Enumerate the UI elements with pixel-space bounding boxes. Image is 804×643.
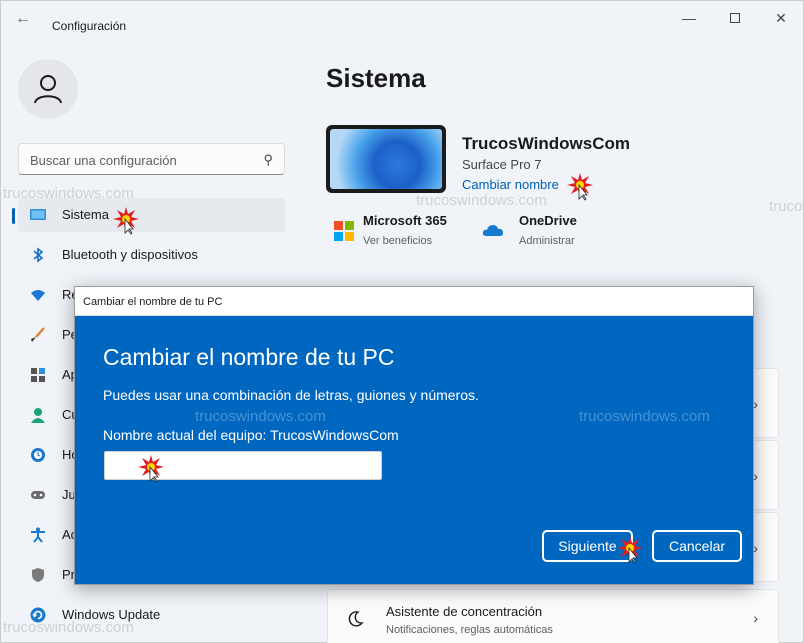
device-image — [326, 125, 446, 193]
clock-globe-icon — [31, 448, 45, 462]
watermark: trucoswindows.com — [416, 192, 547, 209]
sidebar-item-label: Bluetooth y dispositivos — [62, 247, 198, 262]
app-title: Configuración — [52, 19, 127, 33]
monitor-icon — [30, 209, 46, 220]
chevron-right-icon: › — [753, 540, 758, 556]
settings-window: ← Configuración — ✕ Buscar una configura… — [0, 0, 804, 643]
search-input[interactable]: Buscar una configuración ⚲ — [18, 143, 285, 175]
sidebar-item-bluetooth[interactable]: Bluetooth y dispositivos — [18, 238, 285, 272]
click-burst-icon — [567, 173, 593, 201]
wallpaper-preview — [330, 129, 442, 189]
watermark: trucoswindows.com — [195, 408, 326, 425]
cancel-button[interactable]: Cancelar — [652, 530, 742, 562]
service-sub: Administrar — [519, 235, 575, 247]
close-button[interactable]: ✕ — [769, 9, 793, 29]
person-icon — [31, 408, 45, 423]
user-icon — [34, 75, 62, 104]
back-arrow-icon[interactable]: ← — [15, 11, 35, 27]
current-name-label: Nombre actual del equipo: TrucosWindowsC… — [103, 427, 399, 443]
page-title: Sistema — [326, 63, 426, 93]
onedrive-icon — [482, 225, 503, 236]
minimize-button[interactable]: — — [677, 9, 701, 29]
microsoft-logo-icon — [334, 221, 354, 241]
focus-assist-sub: Notificaciones, reglas automáticas — [386, 624, 553, 636]
dialog-window-title: Cambiar el nombre de tu PC — [83, 296, 223, 308]
watermark: trucoswindows.com — [3, 619, 134, 636]
sidebar-item-sistema[interactable]: Sistema — [12, 198, 285, 232]
brush-icon — [31, 327, 45, 342]
pc-model: Surface Pro 7 — [462, 157, 542, 172]
sidebar-item-label: Sistema — [62, 207, 109, 222]
maximize-button[interactable] — [723, 9, 747, 29]
focus-assist-card[interactable]: Asistente de concentración Notificacione… — [327, 589, 779, 643]
service-sub: Ver beneficios — [363, 235, 433, 247]
chevron-right-icon: › — [753, 396, 758, 412]
chevron-right-icon: › — [753, 468, 758, 484]
avatar[interactable] — [18, 59, 78, 119]
chevron-right-icon: › — [753, 610, 758, 626]
focus-assist-title: Asistente de concentración — [386, 604, 543, 619]
dialog-heading: Cambiar el nombre de tu PC — [103, 344, 395, 370]
bluetooth-icon — [33, 247, 44, 263]
click-burst-icon — [617, 536, 643, 564]
dialog-description: Puedes usar una combinación de letras, g… — [103, 387, 479, 403]
click-burst-icon — [138, 455, 164, 483]
moon-icon — [348, 611, 364, 627]
maximize-icon — [730, 13, 740, 23]
search-placeholder: Buscar una configuración — [30, 153, 177, 168]
dialog-title-bar: Cambiar el nombre de tu PC — [75, 287, 753, 316]
watermark: trucoswindows.com — [3, 185, 134, 202]
service-name: Microsoft 365 — [363, 213, 447, 228]
watermark: trucoswindows.com — [579, 408, 710, 425]
search-icon: ⚲ — [263, 152, 273, 167]
rename-pc-dialog: Cambiar el nombre de tu PC Cambiar el no… — [74, 286, 754, 585]
accessibility-icon — [31, 527, 45, 543]
title-bar: ← Configuración — ✕ — [1, 1, 804, 37]
wifi-icon — [31, 290, 45, 301]
shield-icon — [32, 568, 44, 582]
click-burst-icon — [113, 207, 139, 235]
apps-icon — [31, 368, 45, 382]
watermark: trucoswindows.com — [769, 198, 804, 215]
rename-link[interactable]: Cambiar nombre — [462, 177, 559, 192]
active-indicator — [12, 208, 15, 224]
pc-name: TrucosWindowsCom — [462, 134, 630, 153]
gamepad-icon — [31, 491, 45, 499]
service-name: OneDrive — [519, 213, 577, 228]
